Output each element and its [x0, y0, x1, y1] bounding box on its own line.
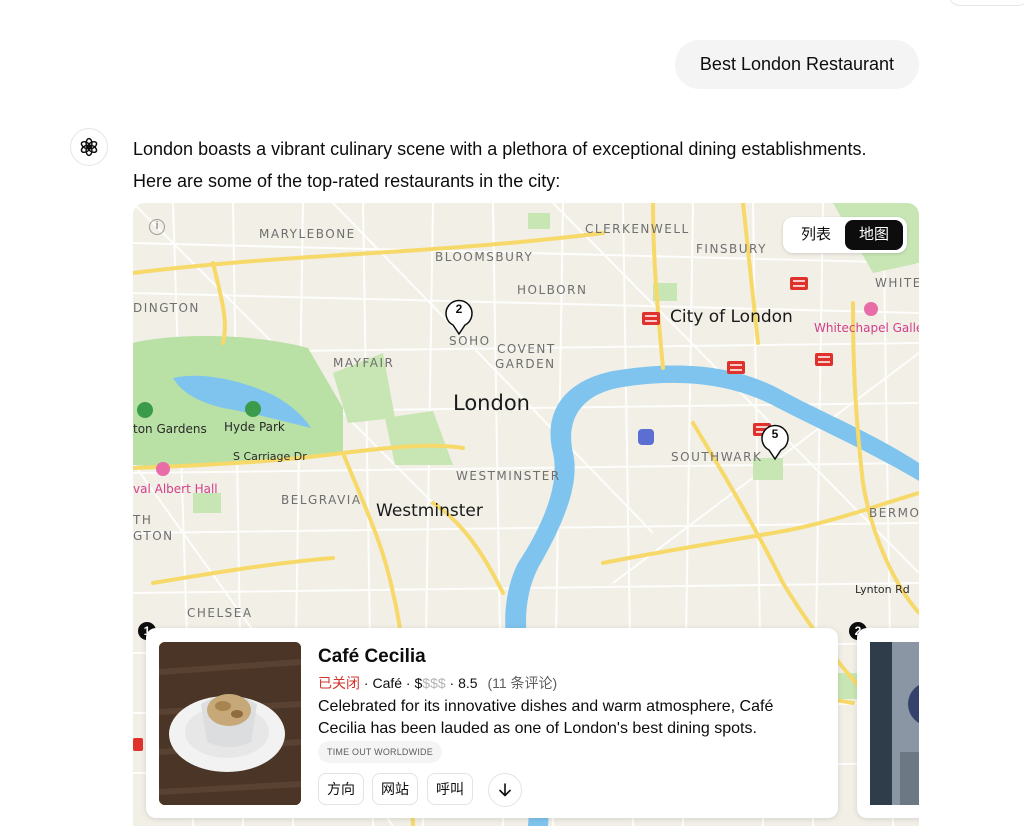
map-label-dington: DINGTON: [133, 301, 200, 315]
view-toggle: 列表 地图: [782, 217, 907, 253]
info-icon[interactable]: i: [149, 219, 165, 235]
map-pin-label: 2: [455, 302, 463, 316]
map-label-val-albert: val Albert Hall: [133, 482, 218, 496]
openai-logo-icon: [80, 137, 98, 157]
map-label-westminster: Westminster: [376, 501, 483, 521]
restaurant-meta: 已关闭 · Café · $$$$ · 8.5 (11 条评论): [318, 673, 557, 693]
map-label-clerkenwell: CLERKENWELL: [585, 222, 690, 236]
assistant-avatar: [70, 128, 108, 166]
restaurant-card-next[interactable]: [857, 628, 919, 818]
map-label-whitechapel: Whitechapel Galle: [814, 321, 919, 335]
map-label-city-of-london: City of London: [670, 307, 793, 327]
map-label-bermo: BERMO: [869, 506, 919, 520]
meta-separator: ·: [449, 675, 459, 691]
directions-button[interactable]: 方向: [318, 773, 364, 805]
map-label-lynton: Lynton Rd: [855, 583, 910, 596]
map-label-th: TH: [133, 513, 152, 527]
map-label-white: WHITE: [875, 276, 919, 290]
list-view-button[interactable]: 列表: [787, 220, 845, 250]
status-badge: 已关闭: [318, 675, 360, 691]
map-label-mayfair: MAYFAIR: [333, 356, 394, 370]
restaurant-title[interactable]: Café Cecilia: [318, 646, 426, 668]
map-label-ton-gardens: ton Gardens: [133, 422, 207, 436]
map-label-hyde-park: Hyde Park: [224, 420, 285, 434]
answer-line-1: London boasts a vibrant culinary scene w…: [133, 139, 867, 159]
expand-button[interactable]: [488, 773, 522, 807]
restaurant-photo: [870, 642, 919, 805]
review-count: (11 条评论): [487, 675, 558, 691]
user-message-bubble: Best London Restaurant: [675, 40, 919, 89]
map-label-garden: GARDEN: [495, 357, 556, 371]
map-label-soho: SOHO: [449, 334, 491, 348]
map-label-gton: GTON: [133, 529, 174, 543]
restaurant-photo: [159, 642, 301, 805]
map-label-finsbury: FINSBURY: [696, 242, 767, 256]
assistant-answer: London boasts a vibrant culinary scene w…: [133, 133, 933, 197]
map-label-holborn: HOLBORN: [517, 283, 587, 297]
restaurant-category: Café: [372, 675, 403, 691]
map-label-marylebone: MARYLEBONE: [259, 227, 356, 241]
map-pin-5[interactable]: 5: [760, 423, 790, 461]
map-label-s-carriage: S Carriage Dr: [233, 450, 307, 463]
map-pin-label: 5: [771, 427, 779, 441]
call-button[interactable]: 呼叫: [427, 773, 473, 805]
price-level-inactive: $$$: [422, 675, 446, 691]
map-pin-2[interactable]: 2: [444, 298, 474, 336]
top-edge-control: [948, 0, 1024, 6]
website-button[interactable]: 网站: [372, 773, 418, 805]
arrow-down-icon: [499, 783, 511, 797]
map-panel[interactable]: MARYLEBONE CLERKENWELL FINSBURY BLOOMSBU…: [133, 203, 919, 826]
map-view-button[interactable]: 地图: [844, 220, 903, 250]
map-label-london: London: [453, 391, 530, 415]
user-message-text: Best London Restaurant: [699, 54, 895, 74]
rating-value: 8.5: [458, 675, 478, 691]
restaurant-description: Celebrated for its innovative dishes and…: [318, 698, 774, 737]
restaurant-card[interactable]: Café Cecilia 已关闭 · Café · $$$$ · 8.5 (11…: [146, 628, 838, 818]
source-chip[interactable]: TIME OUT WORLDWIDE: [318, 741, 442, 763]
map-label-bloomsbury: BLOOMSBURY: [435, 250, 533, 264]
map-label-westminster-district: WESTMINSTER: [456, 469, 561, 483]
map-label-southwark: SOUTHWARK: [671, 450, 762, 464]
map-label-covent: COVENT: [497, 342, 556, 356]
answer-line-2: Here are some of the top-rated restauran…: [133, 171, 561, 191]
map-label-belgravia: BELGRAVIA: [281, 493, 362, 507]
map-label-chelsea: CHELSEA: [187, 606, 253, 620]
